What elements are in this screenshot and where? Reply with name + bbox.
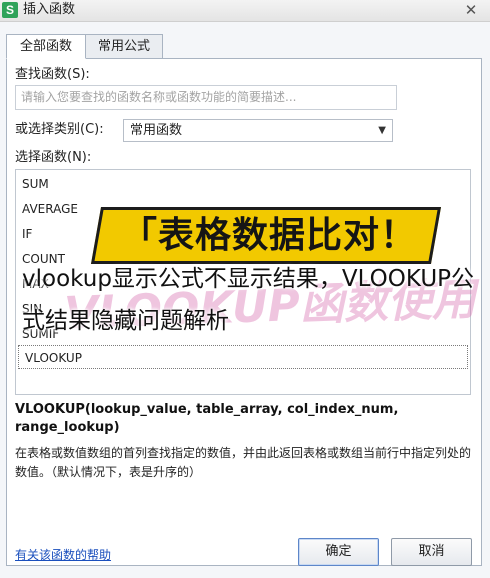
- function-list-label: 选择函数(N):: [15, 150, 92, 165]
- promo-banner: 「表格数据比对！: [90, 207, 442, 264]
- close-button[interactable]: ✕: [456, 0, 486, 20]
- app-icon: S: [2, 2, 18, 18]
- dialog-title: 插入函数: [23, 2, 76, 17]
- category-select[interactable]: 常用函数 ▼: [123, 119, 393, 142]
- help-link[interactable]: 有关该函数的帮助: [15, 547, 111, 563]
- search-input[interactable]: 请输入您要查找的函数名称或函数功能的简要描述...: [15, 85, 397, 110]
- tab-common-formulas[interactable]: 常用公式: [85, 34, 163, 59]
- function-item-sum[interactable]: SUM: [16, 172, 470, 196]
- promo-banner-text: 「表格数据比对！: [120, 215, 417, 256]
- function-signature: VLOOKUP(lookup_value, table_array, col_i…: [15, 402, 399, 435]
- search-label: 查找函数(S):: [15, 67, 90, 82]
- chevron-down-icon: ▼: [378, 125, 386, 136]
- cancel-button[interactable]: 取消: [391, 538, 472, 566]
- category-selected-value: 常用函数: [130, 123, 183, 138]
- function-item-vlookup-selected[interactable]: VLOOKUP: [18, 345, 468, 369]
- function-description: 在表格或数值数组的首列查找指定的数值，并由此返回表格或数组当前行中指定列处的数值…: [15, 446, 472, 479]
- tab-all-functions[interactable]: 全部函数: [6, 34, 86, 59]
- title-bar: S 插入函数 ✕: [0, 0, 490, 22]
- category-label: 或选择类别(C):: [15, 122, 104, 137]
- overlay-caption: vlookup显示公式不显示结果，VLOOKUP公式结果隐藏问题解析: [22, 266, 475, 334]
- ok-button[interactable]: 确定: [298, 538, 379, 566]
